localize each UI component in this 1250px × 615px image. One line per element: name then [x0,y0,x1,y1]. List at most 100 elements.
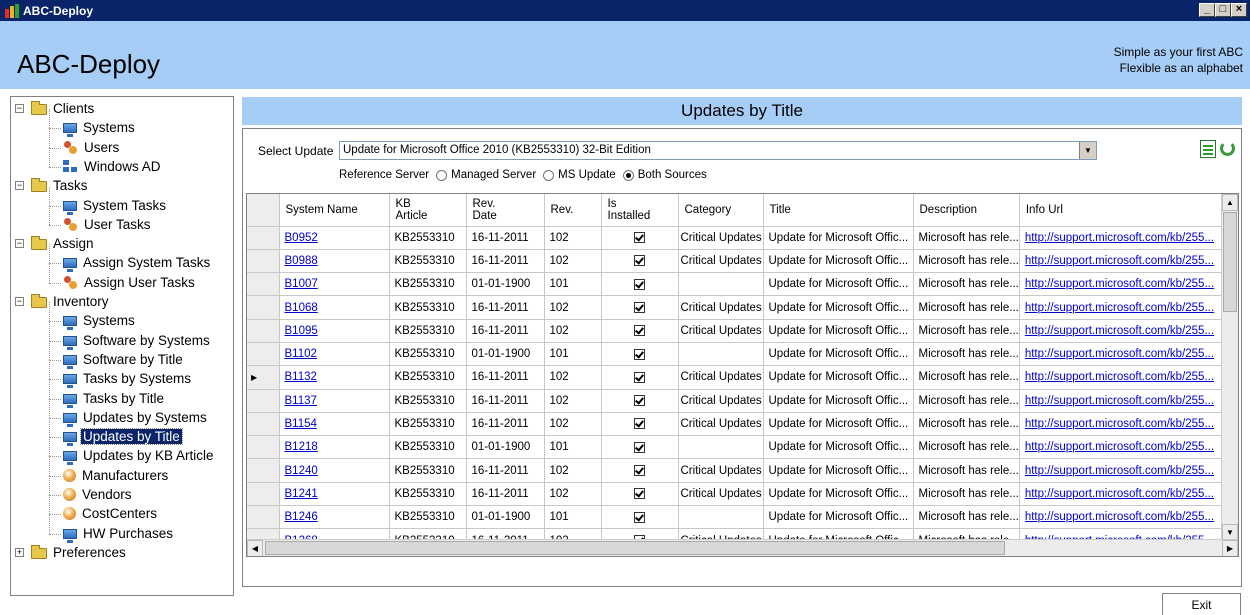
row-header[interactable] [247,319,280,343]
installed-checkbox[interactable] [634,418,645,430]
info-url-link[interactable]: http://support.microsoft.com/kb/255... [1025,395,1214,407]
refresh-icon[interactable] [1220,141,1235,156]
installed-checkbox[interactable] [634,302,645,313]
row-header[interactable] [247,482,280,507]
tree-item-systems[interactable]: Systems [63,118,137,138]
table-row[interactable]: B1102 KB2553310 01-01-1900 101 Update for Mi… [247,342,1225,367]
table-row[interactable]: B0988 KB2553310 16-11-2011 102 Critical Upda… [247,249,1225,274]
tree-item-windows-ad[interactable]: Windows AD [63,157,163,176]
system-name-link[interactable]: B1246 [285,511,318,523]
system-name-link[interactable]: B1102 [285,348,317,360]
table-row[interactable]: ▶ B1132 KB2553310 16-11-2011 102 Critical Upd… [247,365,1225,390]
export-excel-icon[interactable] [1200,140,1216,158]
installed-checkbox[interactable] [634,441,645,453]
tree-item-assign-system-tasks[interactable]: Assign System Tasks [63,253,212,273]
expand-icon[interactable]: + [15,547,24,557]
info-url-link[interactable]: http://support.microsoft.com/kb/255... [1025,255,1214,267]
tree-item-system-tasks[interactable]: System Tasks [63,196,168,215]
tree-item-tasks-by-systems[interactable]: Tasks by Systems [63,369,193,389]
tree-item-preferences[interactable]: Preferences [31,543,128,562]
system-name-link[interactable]: B1241 [285,488,318,500]
info-url-link[interactable]: http://support.microsoft.com/kb/255... [1025,371,1214,383]
tree-item-costcenters[interactable]: CostCenters [63,504,159,523]
tree-item-clients[interactable]: Clients [31,99,96,118]
system-name-link[interactable]: B1132 [285,371,317,383]
system-name-link[interactable]: B1007 [285,278,318,290]
horizontal-scrollbar[interactable]: ◀ ▶ [247,539,1238,556]
row-header[interactable] [247,458,280,483]
tree-item-software-by-title[interactable]: Software by Title [63,350,185,369]
system-name-link[interactable]: B1137 [285,395,317,407]
exit-button[interactable]: Exit [1162,593,1241,615]
tree-item-updates-by-title[interactable]: Updates by Title [63,427,183,447]
radio-label[interactable]: MS Update [558,169,616,181]
table-row[interactable]: B1241 KB2553310 16-11-2011 102 Critical Upda… [247,482,1225,507]
installed-checkbox[interactable] [634,325,645,337]
table-row[interactable]: B1068 KB2553310 16-11-2011 102 Critical Upda… [247,295,1225,320]
system-name-link[interactable]: B1240 [285,465,318,477]
row-header[interactable] [247,342,280,367]
tree-item-manufacturers[interactable]: Manufacturers [63,466,170,485]
installed-checkbox[interactable] [634,232,645,244]
installed-checkbox[interactable] [634,255,645,267]
system-name-link[interactable]: B1095 [285,325,318,337]
installed-checkbox[interactable] [634,511,645,523]
installed-checkbox[interactable] [634,465,645,477]
radio-both-sources[interactable] [622,169,634,181]
collapse-icon[interactable]: − [15,297,24,306]
system-name-link[interactable]: B1218 [285,441,318,453]
radio-label[interactable]: Managed Server [451,169,536,181]
info-url-link[interactable]: http://support.microsoft.com/kb/255... [1025,441,1214,453]
info-url-link[interactable]: http://support.microsoft.com/kb/255... [1025,348,1214,360]
system-name-link[interactable]: B1154 [285,418,317,430]
installed-checkbox[interactable] [634,488,645,500]
column-header-system-name[interactable]: System Name [279,194,390,227]
tree-item-tasks-by-title[interactable]: Tasks by Title [63,389,166,408]
system-name-link[interactable]: B1068 [285,302,318,314]
table-row[interactable]: B0952 KB2553310 16-11-2011 102 Critical Upda… [247,226,1225,250]
tree-item-updates-by-kb-article[interactable]: Updates by KB Article [63,446,216,466]
table-row[interactable]: B1007 KB2553310 01-01-1900 101 Update for Mi… [247,272,1225,297]
column-header-kb-article[interactable]: KB Article [389,194,467,227]
column-header-rev.[interactable]: Rev. [544,194,602,227]
update-select[interactable]: Update for Microsoft Office 2010 (KB2553… [339,141,1097,160]
column-header-is-installed[interactable]: Is Installed [601,194,679,227]
table-row[interactable]: B1218 KB2553310 01-01-1900 101 Update for Mi… [247,435,1225,460]
installed-checkbox[interactable] [634,348,645,360]
close-button[interactable]: × [1231,3,1247,17]
column-header-category[interactable]: Category [678,194,764,227]
info-url-link[interactable]: http://support.microsoft.com/kb/255... [1025,302,1214,314]
info-url-link[interactable]: http://support.microsoft.com/kb/255... [1025,488,1214,500]
tree-item-user-tasks[interactable]: User Tasks [63,215,153,234]
tree-item-users[interactable]: Users [63,138,121,157]
installed-checkbox[interactable] [634,278,645,290]
tree-item-updates-by-systems[interactable]: Updates by Systems [63,408,209,427]
row-header[interactable] [247,226,280,250]
column-header-title[interactable]: Title [763,194,914,227]
minimize-button[interactable]: _ [1199,3,1215,17]
scroll-left-icon[interactable]: ◀ [247,540,263,556]
column-header-rev.-date[interactable]: Rev. Date [466,194,545,227]
radio-ms-update[interactable] [543,169,555,181]
table-row[interactable]: B1154 KB2553310 16-11-2011 102 Critical Upda… [247,412,1225,437]
horizontal-scroll-thumb[interactable] [265,541,1005,555]
info-url-link[interactable]: http://support.microsoft.com/kb/255... [1025,418,1214,430]
tree-item-inventory[interactable]: Inventory [31,292,111,311]
row-header[interactable] [247,272,280,297]
row-header[interactable] [247,505,280,530]
column-header-description[interactable]: Description [913,194,1020,227]
row-header[interactable] [247,412,280,437]
installed-checkbox[interactable] [634,395,645,407]
table-row[interactable]: B1246 KB2553310 01-01-1900 101 Update for Mi… [247,505,1225,530]
row-header[interactable] [247,435,280,460]
row-header[interactable] [247,295,280,320]
table-row[interactable]: B1240 KB2553310 16-11-2011 102 Critical Upda… [247,458,1225,483]
system-name-link[interactable]: B0952 [285,232,318,244]
row-header[interactable] [247,249,280,274]
vertical-scrollbar[interactable]: ▲ ▼ [1221,194,1238,541]
chevron-down-icon[interactable]: ▼ [1079,142,1096,159]
radio-label[interactable]: Both Sources [638,169,707,181]
maximize-button[interactable]: □ [1215,3,1231,17]
table-row[interactable]: B1095 KB2553310 16-11-2011 102 Critical Upda… [247,319,1225,343]
scroll-right-icon[interactable]: ▶ [1222,540,1238,556]
